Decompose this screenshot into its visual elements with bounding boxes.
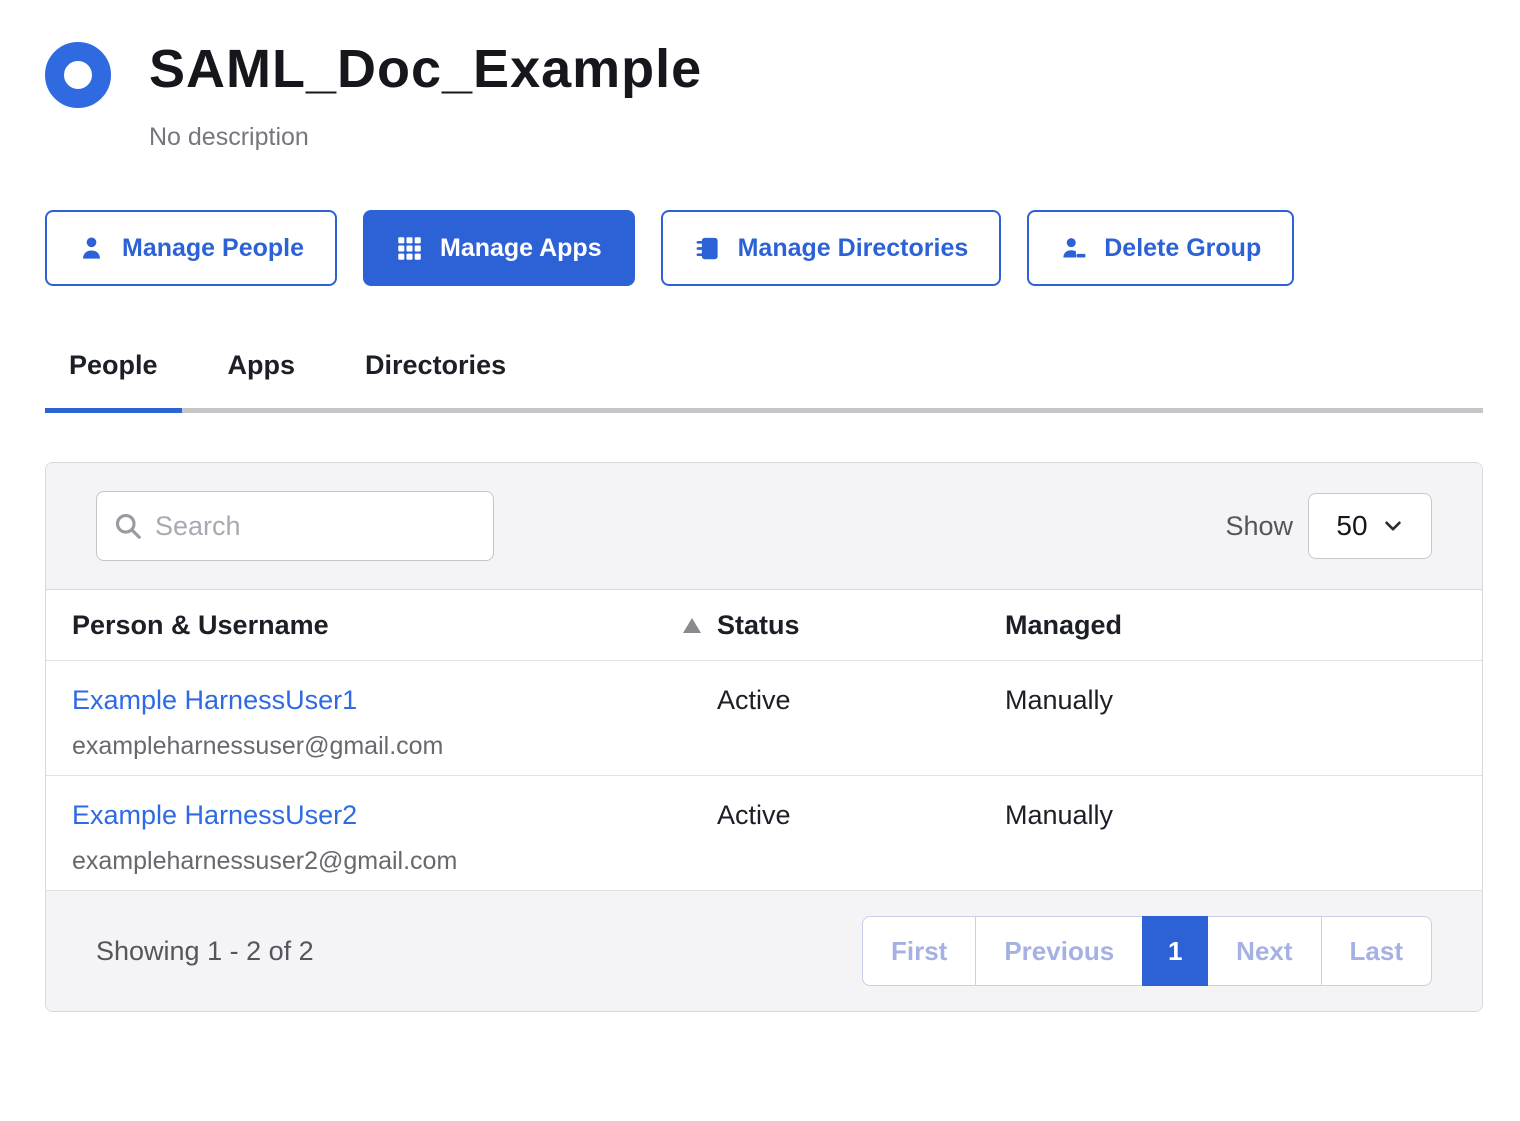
tab-bar: People Apps Directories — [45, 350, 1483, 413]
column-header-status[interactable]: Status — [717, 610, 1005, 641]
table-row: Example HarnessUser1 exampleharnessuser@… — [46, 661, 1482, 776]
table-footer: Showing 1 - 2 of 2 First Previous 1 Next… — [46, 891, 1482, 1011]
pagination-previous-button[interactable]: Previous — [975, 916, 1143, 986]
chevron-down-icon — [1382, 515, 1404, 537]
table-toolbar: Show 50 — [46, 463, 1482, 589]
group-ring-icon — [45, 42, 111, 108]
person-icon — [78, 235, 105, 262]
page-title: SAML_Doc_Example — [149, 40, 702, 99]
table-row: Example HarnessUser2 exampleharnessuser2… — [46, 776, 1482, 891]
page-size-select[interactable]: 50 — [1308, 493, 1432, 559]
status-cell: Active — [717, 685, 1005, 716]
show-label: Show — [1225, 511, 1293, 542]
directory-book-icon — [694, 235, 721, 262]
person-email: exampleharnessuser@gmail.com — [72, 732, 717, 761]
managed-cell: Manually — [1005, 800, 1482, 831]
header-text: SAML_Doc_Example No description — [149, 40, 702, 152]
pagination-last-button[interactable]: Last — [1321, 916, 1432, 986]
tab-directories[interactable]: Directories — [341, 350, 530, 408]
tab-apps[interactable]: Apps — [204, 350, 320, 408]
page-header: SAML_Doc_Example No description — [45, 40, 1483, 152]
person-cell: Example HarnessUser2 exampleharnessuser2… — [72, 800, 717, 876]
pagination: First Previous 1 Next Last — [862, 916, 1432, 986]
person-link[interactable]: Example HarnessUser2 — [72, 800, 357, 830]
pagination-first-button[interactable]: First — [862, 916, 976, 986]
column-header-person-label: Person & Username — [72, 610, 329, 641]
group-description: No description — [149, 123, 702, 152]
status-cell: Active — [717, 800, 1005, 831]
search-wrap — [96, 491, 494, 561]
apps-grid-icon — [396, 235, 423, 262]
search-icon — [113, 511, 143, 541]
delete-group-label: Delete Group — [1104, 234, 1261, 263]
person-remove-icon — [1060, 235, 1087, 262]
page-size-value: 50 — [1336, 510, 1367, 542]
manage-people-label: Manage People — [122, 234, 304, 263]
column-header-managed[interactable]: Managed — [1005, 610, 1482, 641]
manage-directories-button[interactable]: Manage Directories — [661, 210, 1002, 286]
table-header-row: Person & Username Status Managed — [46, 589, 1482, 661]
delete-group-button[interactable]: Delete Group — [1027, 210, 1294, 286]
column-header-person[interactable]: Person & Username — [72, 610, 717, 641]
group-detail-page: SAML_Doc_Example No description Manage P… — [0, 0, 1520, 1012]
show-group: Show 50 — [1225, 493, 1432, 559]
search-input[interactable] — [96, 491, 494, 561]
people-panel: Show 50 Person & Username Status Managed… — [45, 462, 1483, 1012]
manage-apps-button[interactable]: Manage Apps — [363, 210, 635, 286]
sort-asc-icon — [683, 618, 701, 633]
manage-directories-label: Manage Directories — [738, 234, 969, 263]
pagination-page-1-button[interactable]: 1 — [1142, 916, 1208, 986]
tab-people[interactable]: People — [45, 350, 182, 408]
manage-people-button[interactable]: Manage People — [45, 210, 337, 286]
action-buttons: Manage People Manage Apps Manage Directo… — [45, 210, 1483, 286]
person-link[interactable]: Example HarnessUser1 — [72, 685, 357, 715]
pagination-next-button[interactable]: Next — [1207, 916, 1321, 986]
person-email: exampleharnessuser2@gmail.com — [72, 847, 717, 876]
manage-apps-label: Manage Apps — [440, 234, 602, 263]
showing-count: Showing 1 - 2 of 2 — [96, 936, 314, 967]
managed-cell: Manually — [1005, 685, 1482, 716]
person-cell: Example HarnessUser1 exampleharnessuser@… — [72, 685, 717, 761]
